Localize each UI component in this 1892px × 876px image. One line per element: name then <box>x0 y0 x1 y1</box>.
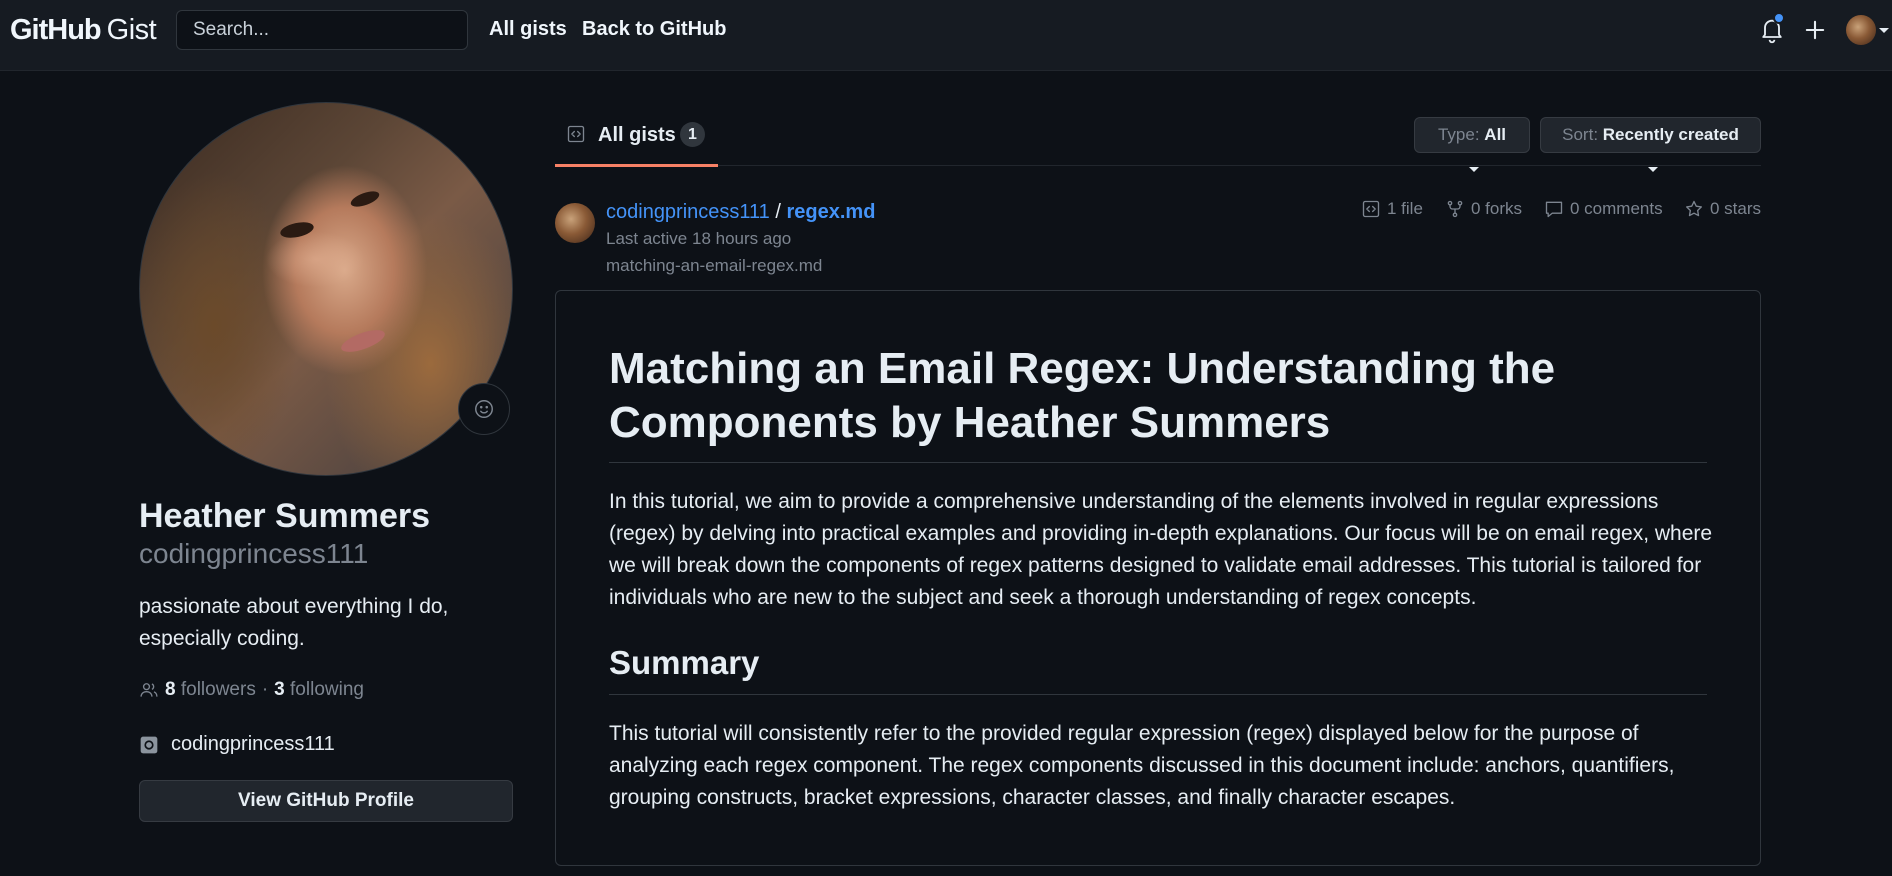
profile-login: codingprincess111 <box>139 538 369 569</box>
comment-icon <box>1545 201 1563 218</box>
gist-file-link[interactable]: regex.md <box>787 201 876 223</box>
gist-owner-avatar[interactable] <box>555 203 595 243</box>
sort-filter-value: Recently created <box>1602 125 1739 144</box>
gist-description: matching-an-email-regex.md <box>606 256 823 275</box>
type-filter-value: All <box>1484 125 1507 144</box>
chevron-down-icon <box>1469 167 1479 173</box>
nav-back-to-github-link[interactable]: Back to GitHub <box>582 18 726 41</box>
summary-divider <box>609 694 1707 695</box>
social-account: codingprincess111 <box>139 733 335 756</box>
tab-all-gists-label: All gists <box>598 124 676 146</box>
gist-comments-link[interactable]: 0 comments <box>1544 199 1663 219</box>
summary-heading: Summary <box>609 644 760 681</box>
gist-title: codingprincess111 / regex.md <box>606 201 875 224</box>
gist-last-active: Last active 18 hours ago <box>606 229 792 248</box>
gist-forks-count: 0 forks <box>1471 199 1523 218</box>
followers-count: 8 <box>165 679 176 700</box>
profile-avatar <box>139 102 513 476</box>
chevron-down-icon <box>1647 167 1658 173</box>
notification-indicator <box>1773 12 1785 24</box>
top-header: GitHub Gist All gists Back to GitHub <box>0 0 1892 71</box>
gist-stars-count: 0 stars <box>1710 199 1762 218</box>
nav-all-gists-link[interactable]: All gists <box>489 18 567 41</box>
code-square-icon <box>567 125 585 143</box>
gist-owner-link[interactable]: codingprincess111 <box>606 201 770 223</box>
search-input[interactable] <box>176 10 468 50</box>
fork-icon <box>1447 200 1463 218</box>
type-filter-dropdown[interactable]: Type: All <box>1414 117 1530 173</box>
profile-name: Heather Summers <box>139 497 431 535</box>
instagram-icon <box>140 736 158 753</box>
github-gist-logo[interactable]: GitHub Gist <box>10 13 157 46</box>
document-intro: In this tutorial, we aim to provide a co… <box>609 490 1713 609</box>
follow-stats: 8 followers · 3 following <box>139 679 364 701</box>
tabs-divider <box>555 165 1761 166</box>
gist-title-separator: / <box>775 201 781 223</box>
gist-forks-link[interactable]: 0 forks <box>1445 199 1522 219</box>
gist-stars-link[interactable]: 0 stars <box>1684 199 1761 219</box>
star-icon <box>1686 200 1702 217</box>
view-github-profile-button[interactable]: View GitHub Profile <box>139 780 513 822</box>
sort-filter-dropdown[interactable]: Sort: Recently created <box>1540 117 1761 173</box>
sort-filter-prefix: Sort: <box>1562 125 1599 144</box>
user-avatar-menu[interactable] <box>1846 15 1876 45</box>
followers-link[interactable]: 8 followers <box>165 679 256 701</box>
following-label: following <box>290 679 364 700</box>
profile-bio: passionate about everything I do, especi… <box>139 595 449 650</box>
chevron-down-icon[interactable] <box>1879 28 1889 33</box>
logo-github-text: GitHub <box>10 13 102 46</box>
gist-comments-count: 0 comments <box>1570 199 1663 218</box>
title-divider <box>609 462 1707 463</box>
followers-label: followers <box>180 679 256 700</box>
people-icon <box>140 683 158 697</box>
smiley-icon <box>475 400 493 418</box>
gist-files-link[interactable]: 1 file <box>1361 199 1423 219</box>
following-link[interactable]: 3 following <box>274 679 364 701</box>
logo-gist-text: Gist <box>106 13 157 46</box>
social-account-link[interactable]: codingprincess111 <box>171 733 335 756</box>
set-status-button[interactable] <box>458 383 510 435</box>
code-square-icon <box>1362 200 1380 218</box>
follow-separator: · <box>261 679 269 700</box>
tab-all-gists-count: 1 <box>680 122 705 147</box>
following-count: 3 <box>274 679 285 700</box>
summary-text: This tutorial will consistently refer to… <box>609 722 1675 809</box>
document-title: Matching an Email Regex: Understanding t… <box>609 344 1556 447</box>
type-filter-prefix: Type: <box>1437 125 1480 144</box>
plus-icon[interactable] <box>1801 16 1829 44</box>
gist-files-count: 1 file <box>1387 199 1423 218</box>
